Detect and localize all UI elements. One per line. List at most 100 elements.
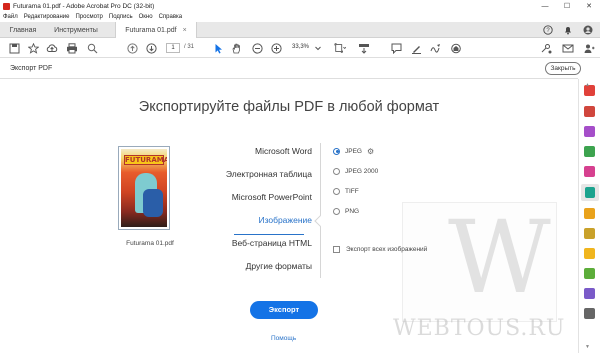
- format-word[interactable]: Microsoft Word: [255, 146, 312, 156]
- save-icon[interactable]: [8, 42, 20, 54]
- menu-edit[interactable]: Редактирование: [24, 14, 70, 20]
- help-link[interactable]: Помощь: [271, 335, 296, 342]
- zoom-out-icon[interactable]: [251, 42, 263, 54]
- document-thumbnail: FUTURAMA: [118, 146, 170, 230]
- active-format-underline: [234, 234, 304, 235]
- export-button[interactable]: Экспорт: [250, 301, 318, 319]
- share-user-icon[interactable]: [583, 42, 595, 54]
- option-jpeg-label: JPEG: [345, 147, 362, 155]
- option-png[interactable]: PNG: [333, 206, 359, 216]
- minimize-button[interactable]: —: [534, 3, 556, 10]
- upload-cloud-icon[interactable]: [46, 42, 58, 54]
- pen-icon[interactable]: [410, 42, 422, 54]
- comment-icon[interactable]: [390, 42, 402, 54]
- menu-bar: Файл Редактирование Просмотр Подпись Окн…: [0, 12, 600, 22]
- option-jpeg[interactable]: JPEG ⚙: [333, 146, 374, 156]
- mail-icon[interactable]: [562, 42, 574, 54]
- acrobat-app-icon: [3, 2, 10, 10]
- page-down-icon[interactable]: [145, 42, 157, 54]
- select-cursor-icon[interactable]: [212, 42, 224, 54]
- radio-jpeg[interactable]: [333, 147, 340, 155]
- menu-sign[interactable]: Подпись: [109, 14, 133, 20]
- sign-icon[interactable]: [430, 42, 442, 54]
- hand-tool-icon[interactable]: [230, 42, 242, 54]
- close-panel-button[interactable]: Закрыть: [545, 62, 581, 75]
- tab-document-label: Futurama 01.pdf: [125, 27, 177, 34]
- radio-tiff[interactable]: [333, 187, 340, 195]
- menu-view[interactable]: Просмотр: [75, 14, 102, 20]
- tab-bar: Главная Инструменты Futurama 01.pdf × ?: [0, 22, 600, 39]
- format-html[interactable]: Веб-страница HTML: [232, 238, 312, 248]
- tab-document[interactable]: Futurama 01.pdf ×: [115, 22, 197, 39]
- stamp-icon[interactable]: [450, 42, 462, 54]
- send-icon[interactable]: [584, 248, 595, 259]
- search-icon[interactable]: [86, 42, 98, 54]
- help-icon[interactable]: ?: [543, 25, 553, 35]
- page-total: / 31: [184, 44, 195, 50]
- protect-icon[interactable]: [584, 288, 595, 299]
- export-all-images-label: Экспорт всех изображений: [346, 245, 428, 253]
- format-other[interactable]: Другие форматы: [246, 261, 312, 271]
- zoom-level[interactable]: 33,3%: [292, 44, 309, 50]
- panel-title: Экспорт PDF: [10, 65, 53, 72]
- menu-window[interactable]: Окно: [139, 14, 153, 20]
- radio-png[interactable]: [333, 207, 340, 215]
- cover-image: FUTURAMA: [121, 149, 167, 227]
- option-jpeg2000[interactable]: JPEG 2000: [333, 166, 378, 176]
- print-icon[interactable]: [66, 42, 78, 54]
- gear-icon[interactable]: ⚙: [367, 147, 374, 156]
- organize-icon[interactable]: [584, 146, 595, 157]
- cover-logo: FUTURAMA: [124, 155, 167, 165]
- star-icon[interactable]: [27, 42, 39, 54]
- scroll-mode-icon[interactable]: [358, 42, 370, 54]
- radio-jpeg2000[interactable]: [333, 167, 340, 175]
- create-icon[interactable]: [584, 106, 595, 117]
- scroll-down-icon[interactable]: ▼: [585, 344, 590, 350]
- format-spreadsheet[interactable]: Электронная таблица: [226, 169, 312, 179]
- watermark-letter: W: [448, 199, 551, 316]
- option-tiff-label: TIFF: [345, 187, 359, 195]
- bell-icon[interactable]: [563, 25, 573, 35]
- window-title: Futurama 01.pdf - Adobe Acrobat Pro DC (…: [13, 2, 155, 10]
- title-bar: Futurama 01.pdf - Adobe Acrobat Pro DC (…: [0, 0, 600, 12]
- option-tiff[interactable]: TIFF: [333, 186, 359, 196]
- fit-page-icon[interactable]: [334, 42, 346, 54]
- account-icon[interactable]: [583, 25, 593, 35]
- share-link-icon[interactable]: [540, 42, 552, 54]
- maximize-button[interactable]: ☐: [556, 2, 578, 10]
- export-panel-header: Экспорт PDF Закрыть: [0, 59, 581, 79]
- tab-close-icon[interactable]: ×: [183, 27, 187, 34]
- toolbar: 1 / 31 33,3%: [0, 38, 600, 58]
- tab-tools[interactable]: Инструменты: [46, 22, 106, 38]
- menu-help[interactable]: Справка: [159, 14, 183, 20]
- option-jpeg2000-label: JPEG 2000: [345, 167, 379, 175]
- active-format-pointer: [314, 215, 326, 227]
- format-divider: [320, 143, 321, 278]
- export-all-images-checkbox[interactable]: [333, 245, 340, 253]
- zoom-dropdown-icon[interactable]: [312, 42, 324, 54]
- format-image[interactable]: Изображение: [258, 215, 312, 225]
- thumbnail-label: Futurama 01.pdf: [126, 240, 174, 247]
- close-window-button[interactable]: ✕: [578, 2, 600, 10]
- zoom-in-icon[interactable]: [270, 42, 282, 54]
- format-powerpoint[interactable]: Microsoft PowerPoint: [232, 192, 312, 202]
- right-tool-rail: [578, 79, 600, 353]
- more-icon[interactable]: [584, 308, 595, 319]
- scroll-up-icon[interactable]: ▲: [585, 82, 590, 88]
- fill-sign-icon[interactable]: [584, 228, 595, 239]
- page-up-icon[interactable]: [126, 42, 138, 54]
- edit-icon[interactable]: [584, 166, 595, 177]
- scan-icon[interactable]: [584, 268, 595, 279]
- combine-icon[interactable]: [584, 126, 595, 137]
- option-png-label: PNG: [345, 207, 360, 215]
- menu-file[interactable]: Файл: [3, 14, 18, 20]
- export-icon[interactable]: [581, 184, 599, 201]
- tab-home[interactable]: Главная: [0, 22, 46, 38]
- export-heading: Экспортируйте файлы PDF в любой формат: [138, 99, 440, 115]
- svg-text:?: ?: [546, 28, 550, 34]
- comment-icon[interactable]: [584, 208, 595, 219]
- cover-figure-2: [143, 189, 163, 217]
- export-all-images-option[interactable]: Экспорт всех изображений: [333, 244, 427, 254]
- page-number-input[interactable]: 1: [166, 43, 180, 53]
- watermark-text: WEBTOUS.RU: [393, 316, 566, 341]
